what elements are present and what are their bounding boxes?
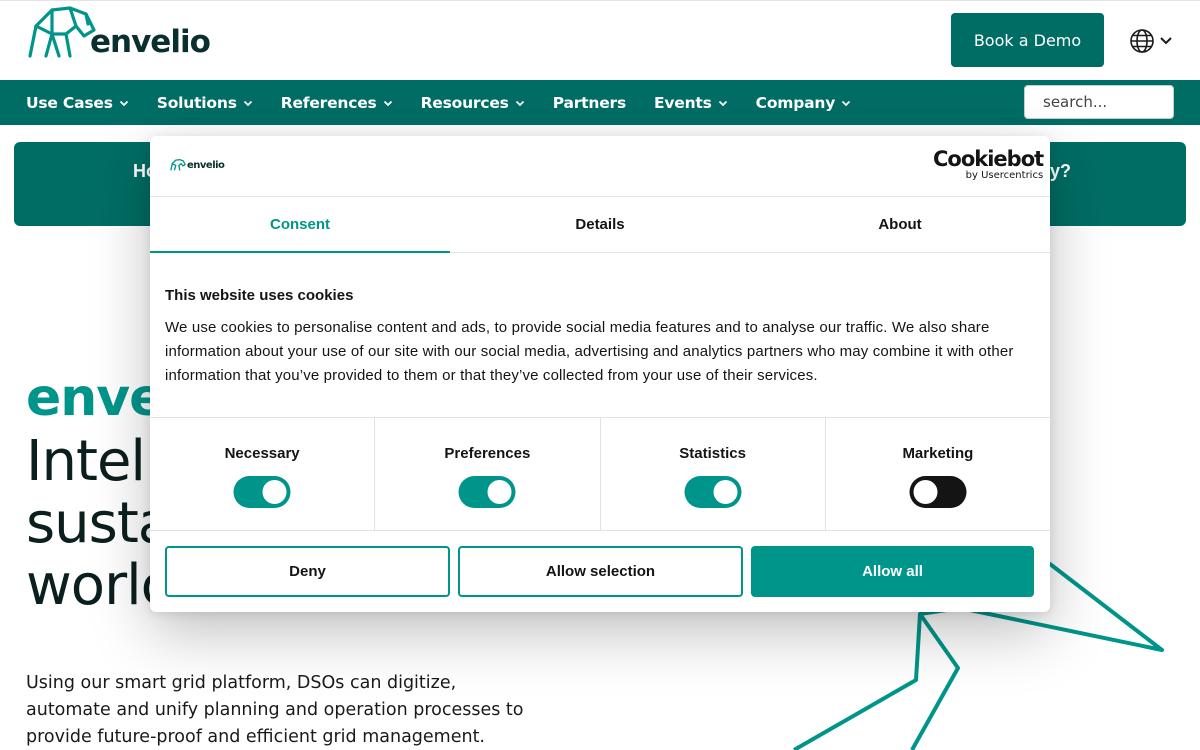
pref-label: Preferences <box>444 445 531 462</box>
chevron-down-icon <box>718 100 727 106</box>
hero-description: Using our smart grid platform, DSOs can … <box>26 673 524 747</box>
nav-item-company[interactable]: Company <box>756 94 851 112</box>
nav-label: Events <box>653 93 712 112</box>
nav-label: Company <box>755 93 836 112</box>
book-demo-button[interactable]: Book a Demo <box>951 13 1104 67</box>
nav-item-use-cases[interactable]: Use Cases <box>26 94 129 112</box>
elephant-logo-icon <box>28 6 96 58</box>
chevron-down-icon <box>243 100 252 106</box>
pref-label: Necessary <box>224 445 300 462</box>
nav-item-references[interactable]: References <box>281 94 393 112</box>
preferences-toggle[interactable] <box>458 476 516 508</box>
banner-text: y? <box>1050 161 1072 181</box>
cookiebot-logo[interactable]: Cookiebot by Usercentrics <box>933 147 1044 181</box>
nav-item-resources[interactable]: Resources <box>421 94 525 112</box>
pref-preferences: Preferences <box>375 418 601 530</box>
nav-label: Solutions <box>156 93 237 112</box>
pref-label: Marketing <box>902 445 974 462</box>
logo-wordmark: envelio <box>90 24 211 60</box>
tab-consent[interactable]: Consent <box>150 197 450 253</box>
globe-icon <box>1130 29 1154 53</box>
dialog-logo-text: envelio <box>187 159 225 171</box>
toggle-knob <box>913 480 938 504</box>
elephant-logo-icon <box>170 159 186 171</box>
allow-all-button[interactable]: Allow all <box>751 546 1034 597</box>
hero-headline-line: worlc <box>26 553 171 618</box>
dialog-tabs: Consent Details About <box>150 197 1050 253</box>
search-input[interactable] <box>1024 85 1174 119</box>
nav-label: Resources <box>420 93 509 112</box>
marketing-toggle[interactable] <box>909 476 967 508</box>
dialog-body-text: We use cookies to personalise content an… <box>165 319 1014 384</box>
pref-label: Statistics <box>679 445 746 462</box>
chevron-down-icon <box>842 100 851 106</box>
chevron-down-icon <box>1160 37 1172 45</box>
nav-label: References <box>280 93 377 112</box>
necessary-toggle[interactable] <box>233 476 291 508</box>
pref-marketing: Marketing <box>826 418 1050 530</box>
cookie-consent-dialog: envelio Cookiebot by Usercentrics Consen… <box>150 136 1050 612</box>
nav-item-solutions[interactable]: Solutions <box>157 94 253 112</box>
tab-details[interactable]: Details <box>450 197 750 252</box>
statistics-toggle[interactable] <box>684 476 742 508</box>
deny-button[interactable]: Deny <box>165 546 450 597</box>
pref-necessary: Necessary <box>150 418 376 530</box>
cookie-preferences: Necessary Preferences Statistics Marketi… <box>150 417 1050 531</box>
cookiebot-wordmark: Cookiebot <box>933 147 1044 171</box>
nav-label: Use Cases <box>26 93 113 112</box>
dialog-site-logo: envelio <box>170 158 225 172</box>
nav-label: Partners <box>552 93 626 112</box>
allow-selection-button[interactable]: Allow selection <box>458 546 743 597</box>
dialog-title: This website uses cookies <box>165 287 354 304</box>
chevron-down-icon <box>383 100 392 106</box>
site-header: envelio Book a Demo <box>0 0 1200 80</box>
pref-statistics: Statistics <box>601 418 826 530</box>
tab-about[interactable]: About <box>750 197 1050 252</box>
language-selector[interactable] <box>1129 28 1173 54</box>
chevron-down-icon <box>515 100 524 106</box>
chevron-down-icon <box>119 100 128 106</box>
dialog-header: envelio Cookiebot by Usercentrics <box>150 136 1050 197</box>
nav-item-partners[interactable]: Partners <box>553 94 626 112</box>
hero-brand-text: enve <box>26 368 164 428</box>
cookiebot-subtitle: by Usercentrics <box>965 170 1044 181</box>
main-nav: Use Cases Solutions References Resources… <box>0 80 1200 125</box>
toggle-knob <box>713 480 738 504</box>
envelio-logo[interactable]: envelio <box>26 4 211 60</box>
toggle-knob <box>487 480 512 504</box>
toggle-knob <box>262 480 287 504</box>
nav-item-events[interactable]: Events <box>654 94 728 112</box>
